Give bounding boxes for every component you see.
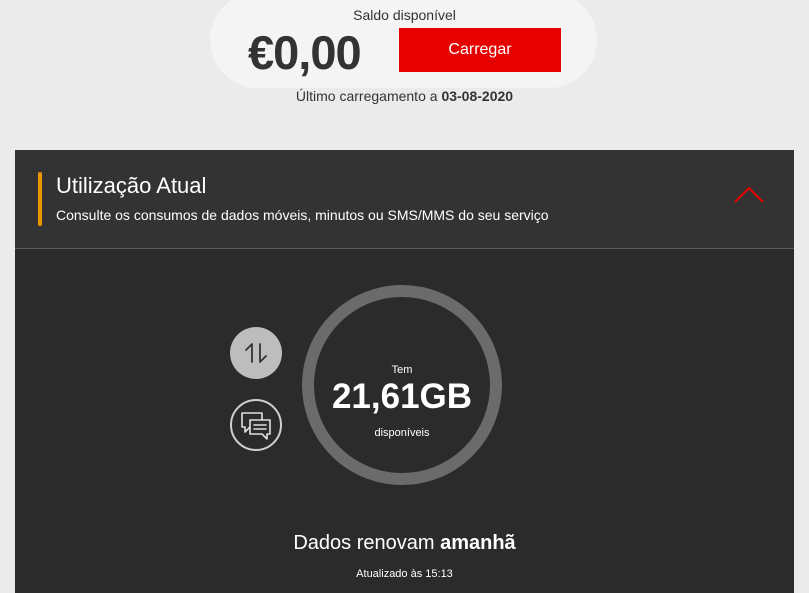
messages-icon[interactable] [230, 399, 282, 451]
usage-subtitle: Consulte os consumos de dados móveis, mi… [56, 207, 549, 223]
topup-button[interactable]: Carregar [399, 28, 561, 72]
ring-pre-label: Tem [391, 364, 413, 376]
data-transfer-icon[interactable] [230, 327, 282, 379]
usage-header[interactable]: Utilização Atual Consulte os consumos de… [15, 150, 794, 249]
usage-panel: Utilização Atual Consulte os consumos de… [15, 150, 794, 593]
chevron-up-icon[interactable] [731, 182, 767, 208]
balance-label: Saldo disponível [353, 7, 456, 23]
last-topup-prefix: Último carregamento a [295, 88, 442, 104]
last-topup-date: 03-08-2020 [441, 88, 514, 104]
usage-title: Utilização Atual [56, 173, 207, 198]
last-topup-info: Último carregamento a 03-08-2020 [0, 88, 809, 104]
updated-timestamp: Atualizado às 15:13 [356, 568, 453, 580]
renew-prefix: Dados renovam [293, 532, 441, 554]
balance-amount: €0,00 [248, 26, 362, 79]
renew-when: amanhã [440, 532, 516, 554]
remaining-data-value: 21,61GB [331, 377, 473, 416]
renewal-info: Dados renovam amanhã [15, 532, 794, 555]
data-usage-ring: Tem 21,61GB disponíveis [302, 285, 502, 485]
accent-bar [38, 172, 42, 226]
ring-post-label: disponíveis [374, 427, 430, 439]
